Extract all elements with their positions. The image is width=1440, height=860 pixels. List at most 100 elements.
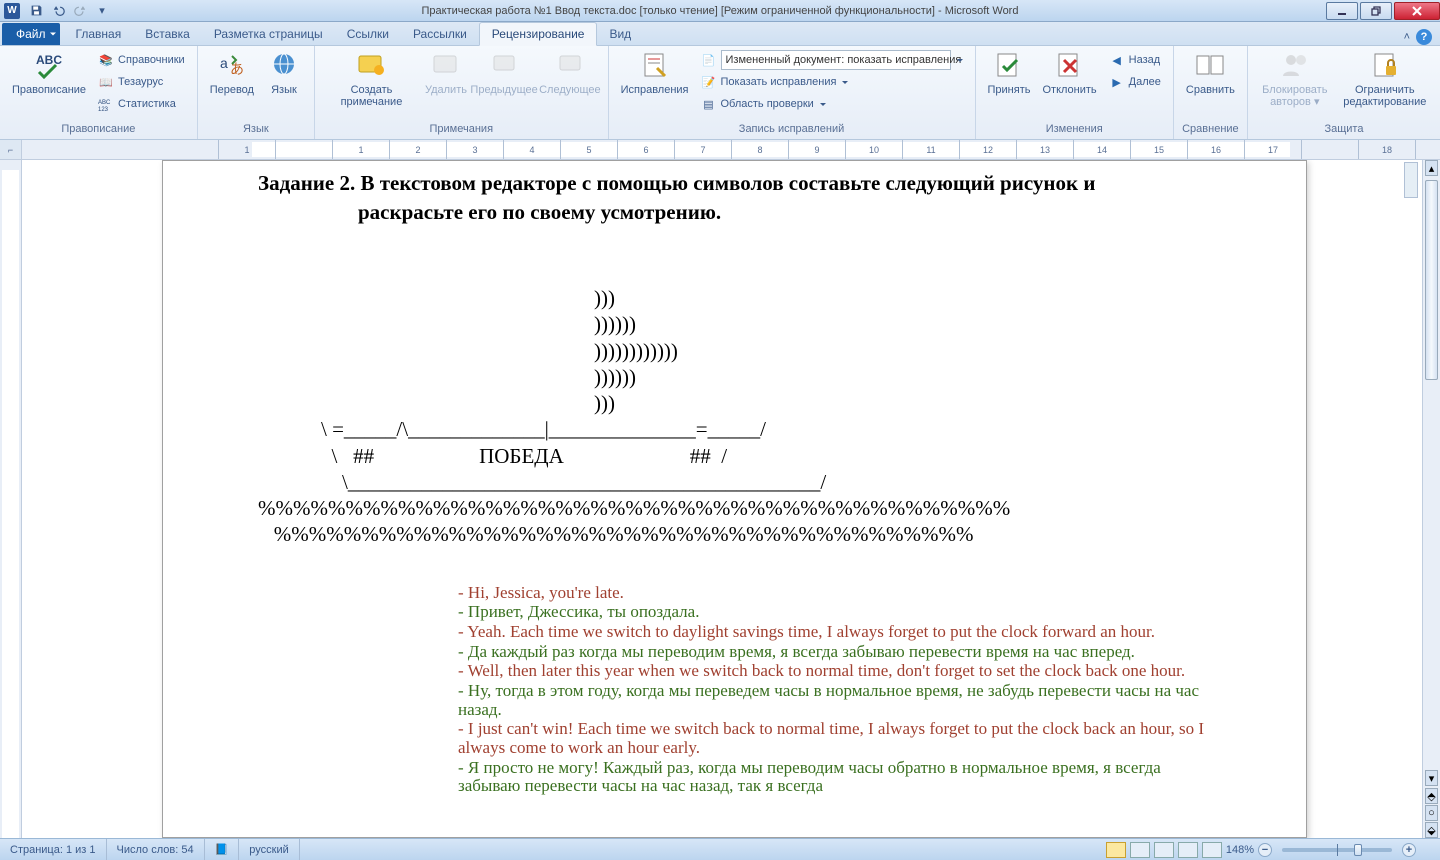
minimize-button[interactable] [1326,2,1358,20]
translate-label: Перевод [210,84,254,96]
ruler-tick: 2 [390,140,447,159]
document-scroll[interactable]: Задание 2. В текстовом редакторе с помощ… [22,160,1422,838]
page-status[interactable]: Страница: 1 из 1 [0,839,107,860]
proof-status[interactable]: 📘 [205,839,240,860]
ruler-tick [162,140,219,159]
dialogue-line: - Yeah. Each time we switch to daylight … [458,623,1211,642]
next-page-button[interactable]: ⬙ [1425,822,1438,838]
track-changes-label: Исправления [621,84,689,96]
dialogue-line: - Ну, тогда в этом году, когда мы переве… [458,682,1211,719]
scrollbar-thumb[interactable] [1425,180,1438,380]
tab-review[interactable]: Рецензирование [479,22,598,46]
tab-references[interactable]: Ссылки [335,23,401,45]
language-button[interactable]: Язык [260,48,308,98]
zoom-out-button[interactable]: − [1258,843,1272,857]
file-tab[interactable]: Файл [2,23,60,45]
qat-customize-icon[interactable]: ▾ [92,2,112,20]
show-markup-button[interactable]: 📝Показать исправления [699,72,965,92]
prev-comment-label: Предыдущее [470,84,537,96]
status-bar: Страница: 1 из 1 Число слов: 54 📘 русски… [0,838,1440,860]
language-status[interactable]: русский [239,839,299,860]
outline-view-button[interactable] [1178,842,1198,858]
spelling-button[interactable]: ABC Правописание [6,48,92,98]
word-app-icon: W [4,3,20,19]
redo-icon[interactable] [70,2,90,20]
print-layout-view-button[interactable] [1106,842,1126,858]
zoom-level[interactable]: 148% [1226,844,1254,856]
ruler-tick: 10 [846,140,903,159]
ruler-tick: 14 [1074,140,1131,159]
group-language: aあ Перевод Язык Язык [198,46,315,139]
task-heading: Задание 2. В текстовом редакторе с помощ… [258,171,1211,196]
browse-object-button[interactable]: ○ [1425,805,1438,821]
word-count-button[interactable]: ABC123 Статистика [96,94,187,114]
ruler-toggle[interactable] [1404,162,1418,198]
display-markup-dropdown[interactable]: 📄 Измененный документ: показать исправле… [699,50,965,70]
save-icon[interactable] [26,2,46,20]
tab-mailings[interactable]: Рассылки [401,23,479,45]
group-proofing-label: Правописание [6,123,191,139]
draft-view-button[interactable] [1202,842,1222,858]
tab-view[interactable]: Вид [597,23,643,45]
ruler-tick: 16 [1188,140,1245,159]
help-icon[interactable]: ? [1416,29,1432,45]
proof-icon: 📘 [215,843,229,856]
zoom-slider[interactable] [1282,848,1392,852]
ascii-art: ))) )))))) )))))))))))) [258,285,1211,548]
svg-text:a: a [220,55,228,71]
accept-icon [993,50,1025,82]
minimize-ribbon-icon[interactable]: ˄ [1404,31,1410,43]
language-label: Язык [271,84,297,96]
reject-button[interactable]: Отклонить [1036,48,1102,98]
restrict-editing-button[interactable]: Ограничить редактирование [1336,48,1434,110]
dialogue-line: - Да каждый раз когда мы переводим время… [458,643,1211,662]
document-page[interactable]: Задание 2. В текстовом редакторе с помощ… [162,160,1307,838]
svg-text:ABC: ABC [36,53,62,67]
window-title: Практическая работа №1 Ввод текста.doc [… [0,5,1440,17]
compare-button[interactable]: Сравнить [1180,48,1241,98]
ruler-corner[interactable]: ⌐ [0,140,22,159]
previous-change-button[interactable]: ◀Назад [1107,50,1163,70]
markup-doc-icon: 📄 [701,52,717,68]
scroll-up-button[interactable]: ▴ [1425,160,1438,176]
ruler-tick: 13 [1017,140,1074,159]
ruler-tick: 11 [903,140,960,159]
translate-icon: aあ [216,50,248,82]
group-language-label: Язык [204,123,308,139]
zoom-slider-thumb[interactable] [1354,844,1362,856]
zoom-in-button[interactable]: + [1402,843,1416,857]
reviewing-pane-button[interactable]: ▤Область проверки [699,94,965,114]
horizontal-ruler[interactable]: 1 1234567891011121314151617 18 19 [22,140,1440,159]
undo-icon[interactable] [48,2,68,20]
prev-page-button[interactable]: ⬘ [1425,788,1438,804]
display-markup-field[interactable]: Измененный документ: показать исправлени… [721,50,951,70]
ruler-tick [1302,140,1359,159]
pane-icon: ▤ [701,96,717,112]
research-button[interactable]: 📚Справочники [96,50,187,70]
next-icon [554,50,586,82]
scroll-down-button[interactable]: ▾ [1425,770,1438,786]
restore-button[interactable] [1360,2,1392,20]
fullscreen-view-button[interactable] [1130,842,1150,858]
block-authors-button: Блокировать авторов ▾ [1254,48,1336,110]
arrow-left-icon: ◀ [1109,52,1125,68]
translate-button[interactable]: aあ Перевод [204,48,260,98]
tab-insert[interactable]: Вставка [133,23,202,45]
new-comment-button[interactable]: Создать примечание [321,48,422,110]
dialogue-line: - Well, then later this year when we swi… [458,662,1211,681]
accept-button[interactable]: Принять [982,48,1037,98]
vertical-scrollbar[interactable]: ▴ ▾ ⬘ ○ ⬙ [1422,160,1440,838]
ruler-tick [1416,140,1440,159]
thesaurus-button[interactable]: 📖Тезаурус [96,72,187,92]
thesaurus-label: Тезаурус [118,76,163,88]
next-change-button[interactable]: ▶Далее [1107,72,1163,92]
track-changes-button[interactable]: Исправления [615,48,695,98]
word-count-label: Статистика [118,98,176,110]
close-button[interactable] [1394,2,1440,20]
vertical-ruler[interactable] [0,160,22,838]
tab-home[interactable]: Главная [64,23,134,45]
web-layout-view-button[interactable] [1154,842,1174,858]
wordcount-icon: ABC123 [98,96,114,112]
word-count-status[interactable]: Число слов: 54 [107,839,205,860]
tab-page-layout[interactable]: Разметка страницы [202,23,335,45]
